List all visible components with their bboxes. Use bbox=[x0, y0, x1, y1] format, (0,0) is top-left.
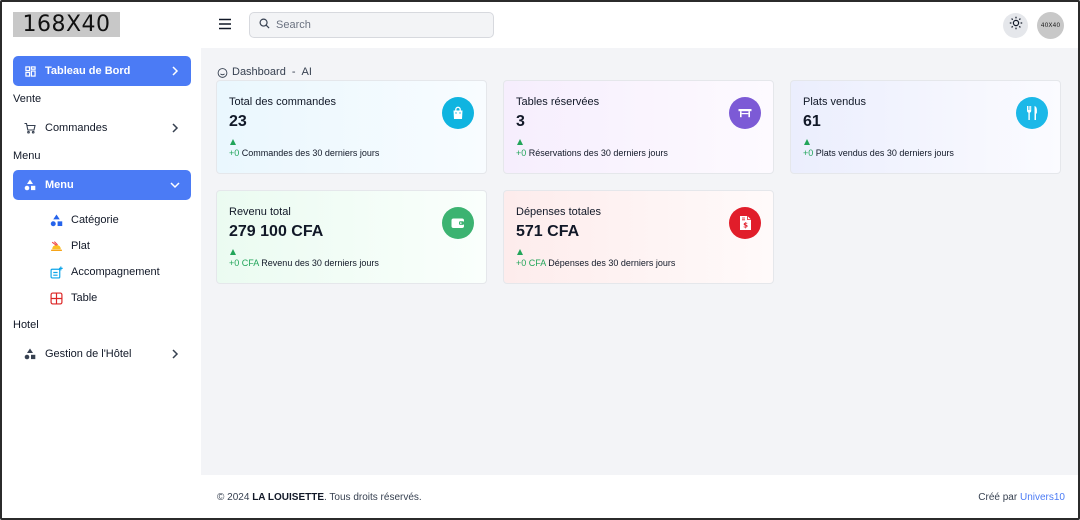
stat-card-value: 279 100 CFA bbox=[229, 223, 324, 240]
stat-card-value: 61 bbox=[803, 113, 821, 130]
chevron-down-icon bbox=[168, 178, 182, 192]
stat-card-footer: +0 CFA Dépenses des 30 derniers jours bbox=[516, 258, 675, 268]
shapes-icon bbox=[23, 178, 37, 192]
stat-card-tables: Tables réservées 3 +0 Réservations des 3… bbox=[503, 80, 774, 174]
breadcrumb-home[interactable]: Dashboard bbox=[232, 66, 286, 78]
search-icon bbox=[259, 16, 270, 34]
avatar[interactable]: 40X40 bbox=[1037, 12, 1064, 39]
stat-card-depenses: Dépenses totales 571 CFA $ +0 CFA Dépens… bbox=[503, 190, 774, 284]
sidebar-subitem-table[interactable]: Table bbox=[50, 289, 97, 307]
stat-card-value: 23 bbox=[229, 113, 247, 130]
logo-placeholder[interactable]: 168X40 bbox=[13, 12, 120, 37]
sidebar-subitem-label: Plat bbox=[71, 240, 90, 252]
trend-up-icon bbox=[230, 249, 236, 255]
list-add-icon bbox=[50, 266, 63, 279]
stat-card-footer: +0 Plats vendus des 30 derniers jours bbox=[803, 148, 954, 158]
stat-card-value: 571 CFA bbox=[516, 223, 580, 240]
stat-card-value: 3 bbox=[516, 113, 525, 130]
sidebar-item-label: Gestion de l'Hôtel bbox=[45, 348, 132, 360]
stat-card-title: Revenu total bbox=[229, 206, 291, 218]
sidebar-item-hotel[interactable]: Gestion de l'Hôtel bbox=[13, 339, 191, 369]
table-grid-icon bbox=[50, 291, 63, 305]
breadcrumb-separator: - bbox=[291, 66, 296, 78]
stat-card-title: Total des commandes bbox=[229, 96, 336, 108]
category-shapes-icon bbox=[50, 214, 63, 227]
credit-prefix: Créé par bbox=[978, 492, 1018, 503]
dish-icon bbox=[50, 240, 63, 253]
stat-card-delta: +0 bbox=[803, 148, 814, 158]
stat-card-caption: Plats vendus des 30 derniers jours bbox=[815, 148, 954, 158]
stat-card-footer: +0 Réservations des 30 derniers jours bbox=[516, 148, 668, 158]
page-footer: © 2024 LA LOUISETTE. Tous droits réservé… bbox=[201, 475, 1078, 518]
sidebar-subitem-accompagnement[interactable]: Accompagnement bbox=[50, 263, 160, 281]
stat-card-plats: Plats vendus 61 +0 Plats vendus des 30 d… bbox=[790, 80, 1061, 174]
section-label-hotel: Hotel bbox=[13, 319, 39, 331]
stat-card-caption: Réservations des 30 derniers jours bbox=[528, 148, 668, 158]
credit-link[interactable]: Univers10 bbox=[1020, 492, 1065, 503]
stat-card-title: Dépenses totales bbox=[516, 206, 601, 218]
stat-card-caption: Commandes des 30 derniers jours bbox=[241, 148, 380, 158]
footer-copyright: © 2024 LA LOUISETTE. Tous droits réservé… bbox=[217, 492, 422, 503]
sun-icon bbox=[1009, 16, 1023, 35]
sidebar-subitem-plat[interactable]: Plat bbox=[50, 237, 90, 255]
chevron-right-icon bbox=[168, 121, 182, 135]
chevron-right-icon bbox=[168, 64, 182, 78]
app-window: 168X40 Tableau de Bord Vente Commandes M… bbox=[0, 0, 1080, 520]
invoice-dollar-icon: $ bbox=[729, 207, 761, 239]
utensils-icon bbox=[1016, 97, 1048, 129]
stat-card-delta: +0 CFA bbox=[229, 258, 259, 268]
sidebar-item-label: Menu bbox=[45, 179, 74, 191]
stat-card-delta: +0 bbox=[229, 148, 240, 158]
search-box[interactable] bbox=[249, 12, 494, 38]
stat-card-caption: Dépenses des 30 derniers jours bbox=[548, 258, 676, 268]
rights-text: . Tous droits réservés. bbox=[324, 492, 422, 503]
sidebar-item-label: Commandes bbox=[45, 122, 108, 134]
sidebar-subitem-label: Accompagnement bbox=[71, 266, 160, 278]
shapes-icon bbox=[23, 347, 37, 361]
stat-card-footer: +0 Commandes des 30 derniers jours bbox=[229, 148, 379, 158]
breadcrumb-current: AI bbox=[301, 66, 312, 78]
sidebar-subitem-label: Catégorie bbox=[71, 214, 119, 226]
section-label-vente: Vente bbox=[13, 93, 42, 105]
search-input[interactable] bbox=[276, 19, 476, 31]
breadcrumb: Dashboard - AI bbox=[217, 66, 312, 78]
sidebar-item-label: Tableau de Bord bbox=[45, 65, 131, 77]
trend-up-icon bbox=[804, 139, 810, 145]
stat-card-footer: +0 CFA Revenu des 30 derniers jours bbox=[229, 258, 379, 268]
svg-text:$: $ bbox=[743, 222, 748, 230]
sidebar-item-commandes[interactable]: Commandes bbox=[13, 113, 191, 143]
shopping-bag-icon bbox=[442, 97, 474, 129]
trend-up-icon bbox=[230, 139, 236, 145]
stat-card-title: Tables réservées bbox=[516, 96, 600, 108]
sidebar-item-menu[interactable]: Menu bbox=[13, 170, 191, 200]
wallet-icon bbox=[442, 207, 474, 239]
sidebar: 168X40 Tableau de Bord Vente Commandes M… bbox=[2, 2, 201, 518]
stat-card-revenu: Revenu total 279 100 CFA +0 CFA Revenu d… bbox=[216, 190, 487, 284]
footer-credit: Créé par Univers10 bbox=[978, 492, 1065, 503]
hamburger-menu-icon[interactable] bbox=[217, 16, 235, 32]
dashboard-smile-icon bbox=[217, 67, 228, 78]
chevron-right-icon bbox=[168, 347, 182, 361]
sidebar-item-dashboard[interactable]: Tableau de Bord bbox=[13, 56, 191, 86]
theme-toggle-button[interactable] bbox=[1003, 13, 1028, 38]
stat-card-title: Plats vendus bbox=[803, 96, 866, 108]
stat-card-delta: +0 bbox=[516, 148, 527, 158]
stat-card-caption: Revenu des 30 derniers jours bbox=[261, 258, 379, 268]
stat-card-commandes: Total des commandes 23 +0 Commandes des … bbox=[216, 80, 487, 174]
stat-card-delta: +0 CFA bbox=[516, 258, 546, 268]
section-label-menu: Menu bbox=[13, 150, 41, 162]
table-icon bbox=[729, 97, 761, 129]
copyright-year: © 2024 bbox=[217, 492, 250, 503]
trend-up-icon bbox=[517, 139, 523, 145]
trend-up-icon bbox=[517, 249, 523, 255]
sidebar-subitem-categorie[interactable]: Catégorie bbox=[50, 211, 119, 229]
sidebar-subitem-label: Table bbox=[71, 292, 98, 304]
brand-name: LA LOUISETTE bbox=[252, 492, 325, 503]
top-header: 40X40 bbox=[201, 2, 1078, 48]
shopping-cart-icon bbox=[23, 121, 37, 135]
dashboard-grid-icon bbox=[23, 64, 37, 78]
